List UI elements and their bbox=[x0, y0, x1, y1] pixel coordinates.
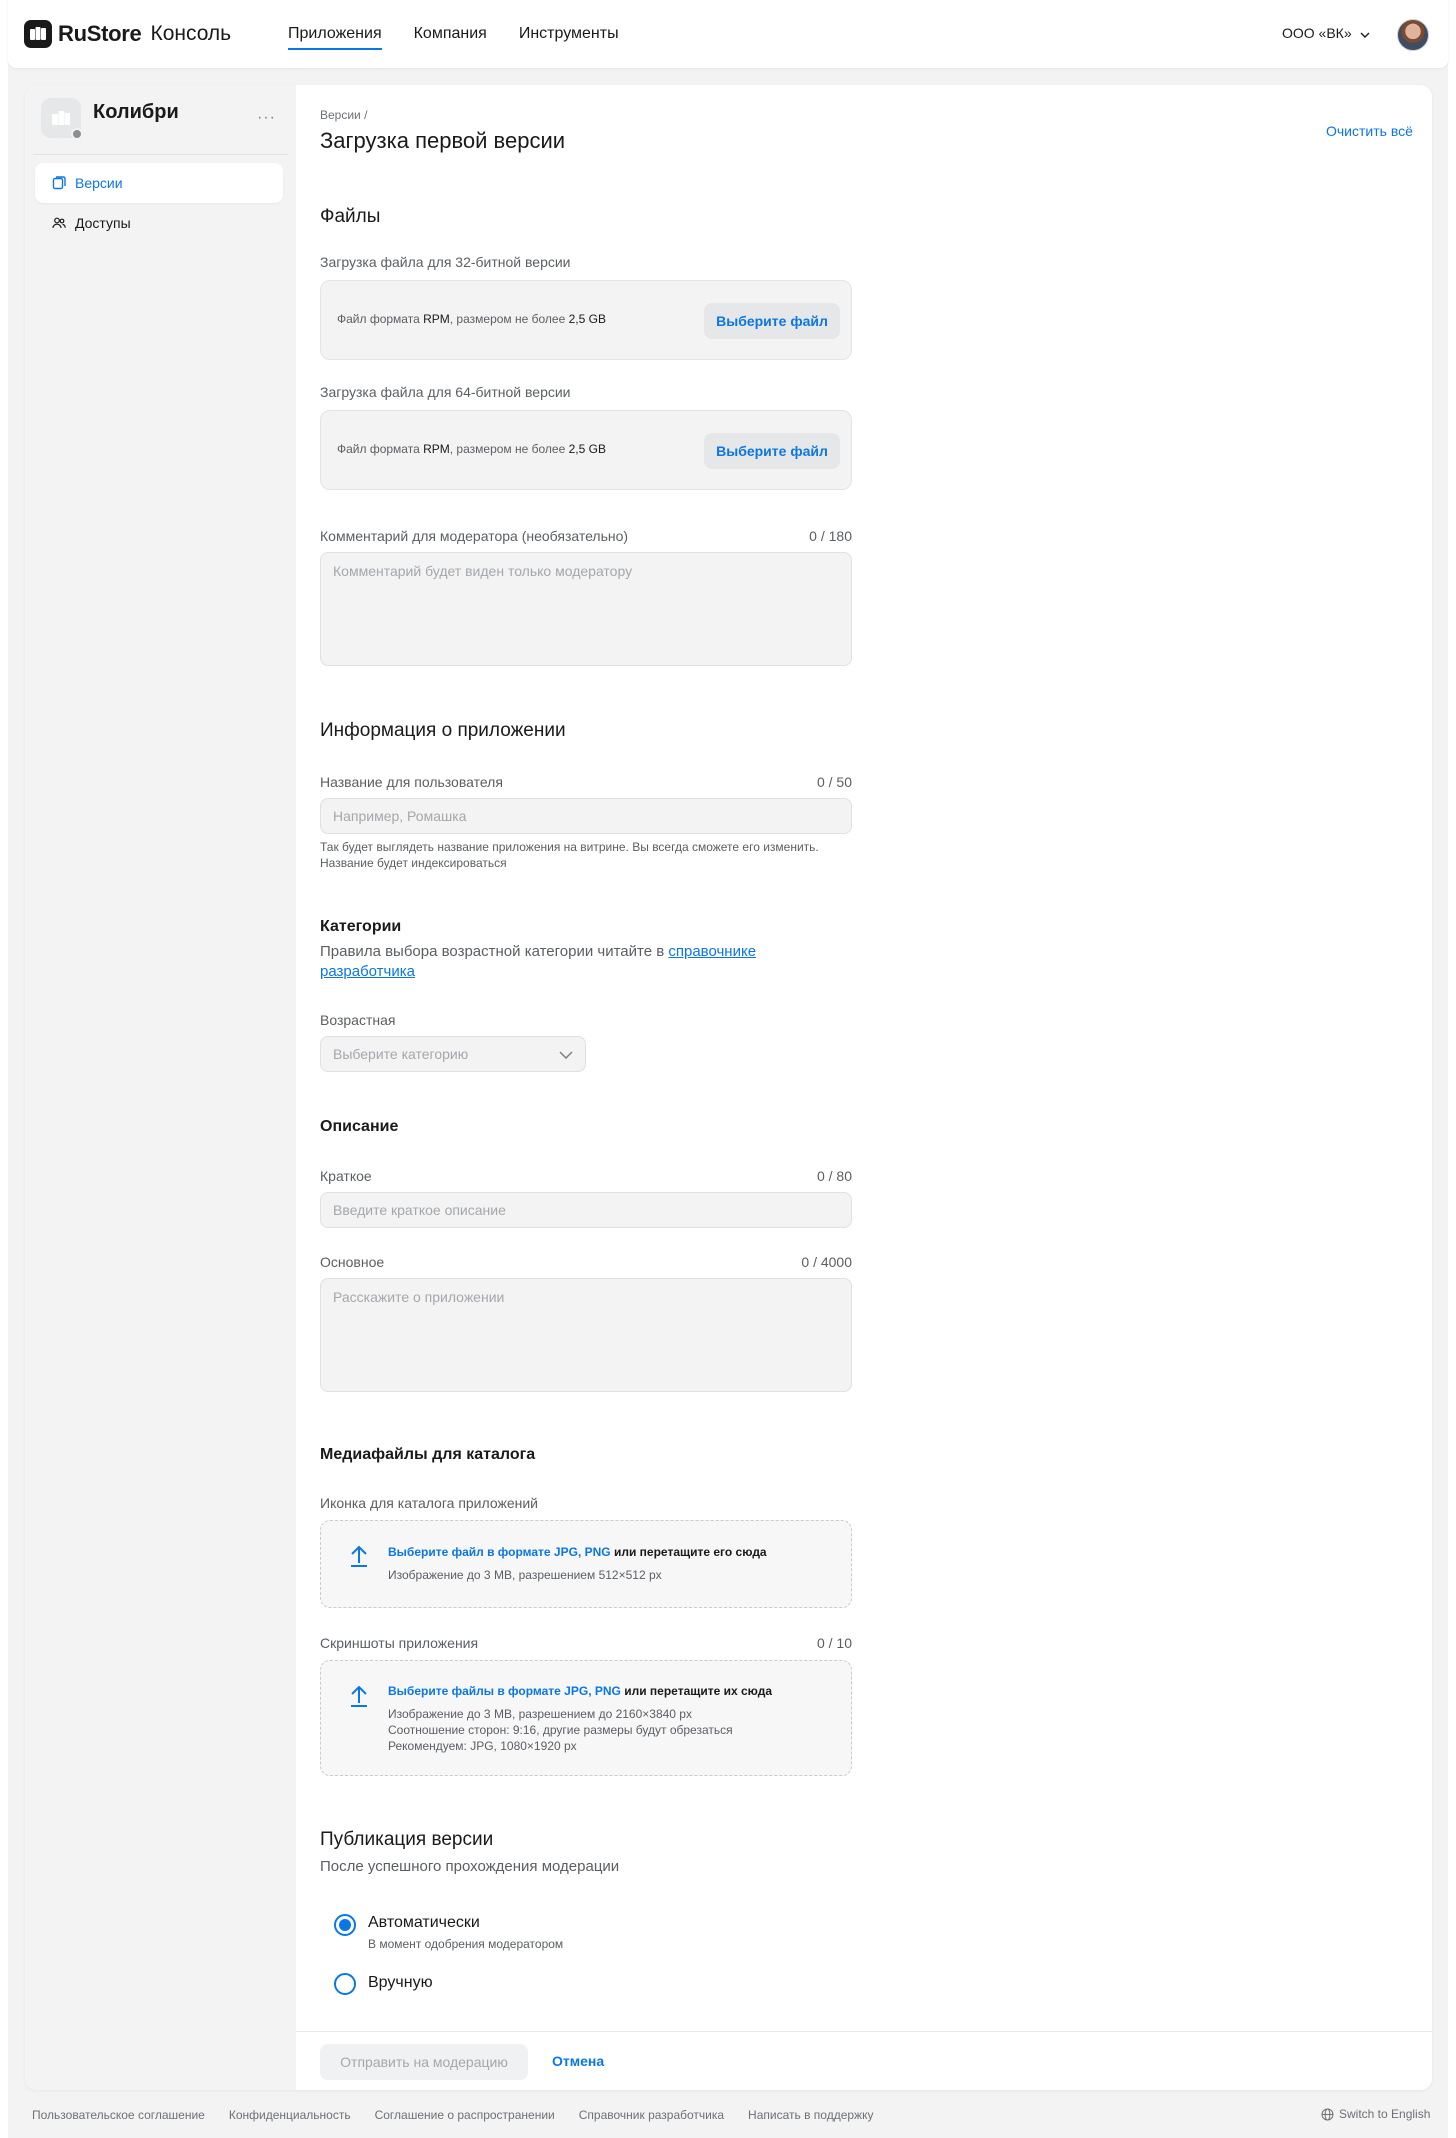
cancel-button[interactable]: Отмена bbox=[552, 2053, 604, 2069]
brand-subtitle: Консоль bbox=[150, 22, 232, 45]
footer-link-terms[interactable]: Пользовательское соглашение bbox=[32, 2108, 205, 2122]
nav-item-apps[interactable]: Приложения bbox=[288, 0, 382, 68]
comment-textarea[interactable]: Комментарий будет виден только модератор… bbox=[320, 552, 852, 666]
screenshots-counter: 0 / 10 bbox=[816, 1635, 852, 1651]
screenshots-req-2: Соотношение сторон: 9:16, другие размеры… bbox=[388, 1723, 733, 1737]
media-title: Медиафайлы для каталога bbox=[320, 1446, 536, 1463]
footer-link-distribution[interactable]: Соглашение о распространении bbox=[375, 2108, 555, 2122]
brand-name: RuStore bbox=[58, 21, 142, 46]
footer-link-support[interactable]: Написать в поддержку bbox=[748, 2108, 873, 2122]
app-name-hint: Так будет выглядеть название приложения … bbox=[320, 840, 819, 870]
publish-manual-radio[interactable] bbox=[334, 1973, 356, 1995]
publish-title: Публикация версии bbox=[320, 1829, 494, 1850]
short-desc-counter: 0 / 80 bbox=[816, 1168, 852, 1184]
sidebar-item-label: Доступы bbox=[75, 215, 131, 231]
divider bbox=[33, 154, 288, 155]
short-desc-input[interactable]: Введите краткое описание bbox=[320, 1192, 852, 1228]
choose-file64-button[interactable]: Выберите файл bbox=[704, 433, 840, 469]
app-name-counter: 0 / 50 bbox=[816, 774, 852, 790]
comment-counter: 0 / 180 bbox=[809, 528, 852, 544]
file64-label: Загрузка файла для 64-битной версии bbox=[320, 384, 571, 400]
file32-upload: Файл формата RPM, размером не более 2,5 … bbox=[320, 280, 852, 360]
org-switcher[interactable]: ООО «ВК» bbox=[1282, 25, 1370, 41]
page-title: Загрузка первой версии bbox=[320, 128, 566, 153]
screenshots-choose-link[interactable]: Выберите файлы в формате JPG, PNG bbox=[388, 1684, 621, 1698]
publish-manual-label[interactable]: Вручную bbox=[368, 1974, 433, 1992]
publish-subtitle: После успешного прохождения модерации bbox=[320, 1858, 620, 1875]
age-category-select[interactable]: Выберите категорию bbox=[320, 1036, 586, 1072]
users-icon bbox=[52, 216, 66, 230]
sidebar-item-access[interactable]: Доступы bbox=[35, 203, 283, 243]
age-label: Возрастная bbox=[320, 1012, 396, 1028]
full-desc-counter: 0 / 4000 bbox=[801, 1254, 852, 1270]
org-name: ООО «ВК» bbox=[1282, 25, 1352, 41]
sidebar: Колибри ··· Версии Доступы bbox=[25, 85, 296, 2090]
file-requirements: Файл формата RPM, размером не более 2,5 … bbox=[337, 312, 606, 326]
status-dot bbox=[71, 128, 83, 140]
nav-item-tools[interactable]: Инструменты bbox=[519, 0, 619, 68]
categories-title: Категории bbox=[320, 918, 402, 935]
file64-upload: Файл формата RPM, размером не более 2,5 … bbox=[320, 410, 852, 490]
icon-choose-link[interactable]: Выберите файл в формате JPG, PNG bbox=[388, 1545, 611, 1559]
icon-requirements: Изображение до 3 MB, разрешением 512×512… bbox=[388, 1568, 662, 1582]
rustore-logo-icon bbox=[24, 20, 52, 48]
page-frame: RuStore Консоль Приложения Компания Инст… bbox=[8, 0, 1448, 2138]
select-value: Выберите категорию bbox=[333, 1046, 469, 1062]
more-icon[interactable]: ··· bbox=[257, 109, 276, 127]
publish-auto-label[interactable]: Автоматически bbox=[368, 1914, 480, 1932]
nav-item-company[interactable]: Компания bbox=[414, 0, 487, 68]
sidebar-item-versions[interactable]: Версии bbox=[35, 163, 283, 203]
section-title-app-info: Информация о приложении bbox=[320, 720, 566, 741]
language-switch-label: Switch to English bbox=[1339, 2107, 1431, 2121]
submit-moderation-button[interactable]: Отправить на модерацию bbox=[320, 2044, 528, 2080]
section-title-files: Файлы bbox=[320, 206, 381, 227]
chevron-down-icon bbox=[559, 1046, 573, 1062]
globe-icon bbox=[1321, 2108, 1334, 2121]
app-header: Колибри bbox=[41, 98, 179, 140]
full-desc-textarea[interactable]: Расскажите о приложении bbox=[320, 1278, 852, 1392]
breadcrumb[interactable]: Версии / bbox=[320, 108, 367, 122]
app-name-input[interactable]: Например, Ромашка bbox=[320, 798, 852, 834]
full-desc-label: Основное bbox=[320, 1254, 385, 1270]
language-switch[interactable]: Switch to English bbox=[1321, 2107, 1430, 2121]
file-requirements: Файл формата RPM, размером не более 2,5 … bbox=[337, 442, 606, 456]
sidebar-item-label: Версии bbox=[75, 175, 123, 191]
app-name-label: Название для пользователя bbox=[320, 774, 503, 790]
action-bar: Отправить на модерацию Отмена bbox=[296, 2031, 1432, 2090]
screenshots-req-1: Изображение до 3 MB, разрешением до 2160… bbox=[388, 1707, 692, 1721]
avatar[interactable] bbox=[1397, 19, 1429, 51]
icon-dropzone[interactable]: Выберите файл в формате JPG, PNG или пер… bbox=[320, 1520, 852, 1608]
choose-file32-button[interactable]: Выберите файл bbox=[704, 303, 840, 339]
clear-all-button[interactable]: Очистить всё bbox=[1326, 123, 1413, 139]
description-title: Описание bbox=[320, 1118, 399, 1135]
logo[interactable]: RuStore Консоль bbox=[24, 20, 231, 48]
footer-link-dev-guide[interactable]: Справочник разработчика bbox=[579, 2108, 724, 2122]
publish-auto-hint: В момент одобрения модератором bbox=[368, 1937, 564, 1951]
main-content: Версии / Загрузка первой версии Очистить… bbox=[296, 85, 1432, 2090]
content-card: Колибри ··· Версии Доступы Версии / Загр… bbox=[25, 85, 1432, 2090]
icon-upload-label: Иконка для каталога приложений bbox=[320, 1495, 538, 1511]
app-name: Колибри bbox=[93, 100, 179, 123]
screenshots-req-3: Рекомендуем: JPG, 1080×1920 px bbox=[388, 1739, 577, 1753]
screenshots-dropzone[interactable]: Выберите файлы в формате JPG, PNG или пе… bbox=[320, 1660, 852, 1776]
upload-icon bbox=[349, 1545, 369, 1572]
footer-link-privacy[interactable]: Конфиденциальность bbox=[229, 2108, 351, 2122]
upload-icon bbox=[349, 1685, 369, 1712]
file32-label: Загрузка файла для 32-битной версии bbox=[320, 254, 571, 270]
versions-icon bbox=[52, 176, 66, 190]
categories-text: Правила выбора возрастной категории чита… bbox=[320, 943, 757, 980]
top-bar: RuStore Консоль Приложения Компания Инст… bbox=[8, 0, 1448, 68]
comment-label: Комментарий для модератора (необязательн… bbox=[320, 528, 629, 544]
short-desc-label: Краткое bbox=[320, 1168, 372, 1184]
main-nav: Приложения Компания Инструменты bbox=[288, 0, 651, 68]
footer-links: Пользовательское соглашение Конфиденциал… bbox=[32, 2108, 897, 2122]
screenshots-label: Скриншоты приложения bbox=[320, 1635, 479, 1651]
app-icon bbox=[41, 98, 83, 140]
chevron-down-icon bbox=[1360, 25, 1370, 41]
publish-auto-radio[interactable] bbox=[334, 1914, 356, 1936]
